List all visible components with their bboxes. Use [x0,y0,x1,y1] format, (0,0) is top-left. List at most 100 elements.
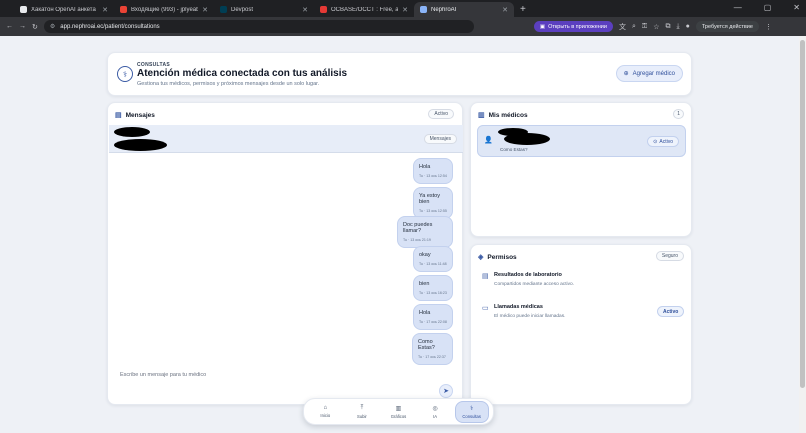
browser-tab-5[interactable]: NephroAI ✕ [414,2,514,17]
document-icon: ▤ [482,273,489,280]
maximize-icon[interactable]: ▢ [764,3,772,12]
nephroai-favicon-icon [420,6,427,13]
permission-title: Llamadas médicas [494,304,543,310]
add-doctor-button[interactable]: ⊕ Agregar médico [615,65,683,82]
nav-label: Subir [357,413,367,419]
tab-title: OCBASE/OCCT : Free, all-in-one [331,6,399,13]
doctors-count-badge: 1 [673,109,684,119]
nav-consultas[interactable]: ⚕ Consultas [454,400,489,423]
chat-type-badge: Mensajes [423,134,457,144]
check-circle-icon: ⊙ [653,138,658,145]
message-time: Tu · 17 ось 22:08 [419,320,447,324]
browser-tab-2[interactable]: Входящие (993) - jplyeab@gm✕ [114,2,214,17]
ai-icon: ◎ [432,405,438,412]
nav-ia[interactable]: ◎ IA [418,401,452,423]
page-scrollbar[interactable] [799,36,806,433]
nav-label: IA [433,413,438,419]
translate-icon[interactable]: 文 [619,22,626,32]
address-bar[interactable]: ⚙ app.nephroai.ec/patient/consultations [43,20,474,33]
open-in-app-button[interactable]: ▣ Открыть в приложении [533,21,613,32]
site-info-icon[interactable]: ⚙ [50,23,55,30]
nav-subir[interactable]: ⤒ Subir [345,401,379,423]
messages-title-text: Mensajes [125,111,155,119]
nav-graficos[interactable]: ▥ Gráficos [381,401,415,423]
message-text: Hola [419,164,431,170]
message-text: Hola [419,310,431,316]
minimize-icon[interactable]: — [734,3,742,12]
message-input[interactable]: Escribe un mensaje para tu médico [120,372,206,378]
close-window-icon[interactable]: ✕ [793,3,800,12]
chart-icon: ▥ [395,405,402,412]
add-user-icon: ⊕ [623,71,629,77]
open-in-app-label: Открыть в приложении [548,23,607,30]
back-icon[interactable]: ← [6,23,13,30]
tab-close-icon[interactable]: ✕ [502,6,508,14]
tab-close-icon[interactable]: ✕ [202,6,208,14]
doctor-list-item[interactable]: 👤 Como Estas? ⊙ Activo [477,125,686,157]
tab-close-icon[interactable]: ✕ [402,6,408,14]
message-time: Tu · 13 ось 12:55 [419,209,447,213]
app-icon: ▣ [539,23,546,30]
messages-panel: ▤ Mensajes Activo Mensajes Hola Tu · 13 ос… [107,102,463,405]
action-required-button[interactable]: Требуется действие [695,21,759,32]
browser-tab-4[interactable]: OCBASE/OCCT : Free, all-in-one✕ [314,2,414,17]
message-bubble: Doc puedes llamar? Tu · 13 ось 21:19 [397,216,453,248]
extensions-icon[interactable]: ⧉ [666,23,671,31]
profile-avatar-icon[interactable]: ● [686,23,690,30]
tab-favicon-icon [20,6,27,13]
new-tab-icon[interactable]: + [520,4,526,15]
nav-label: Gráficos [390,413,407,419]
tab-close-icon[interactable]: ✕ [302,6,308,14]
message-time: Tu · 13 ось 21:19 [403,238,431,242]
page-subtitle: Gestiona tus médicos, permisos y próximo… [137,81,320,87]
permissions-title-text: Permisos [487,253,517,261]
doctor-status-label: Activo [659,138,673,145]
permission-desc: El médico puede iniciar llamadas. [494,314,566,319]
permissions-panel: ◈ Permisos Seguro ▤ Resultados de laborat… [470,244,692,405]
redacted-avatar [114,127,150,137]
menu-kebab-icon[interactable]: ⋮ [765,23,772,31]
bottom-nav: ⌂ Inicio ⤒ Subir ▥ Gráficos ◎ IA ⚕ Consultas [303,398,494,425]
calls-active-toggle[interactable]: Activo [657,306,685,317]
doctor-active-button[interactable]: ⊙ Activo [647,136,679,147]
message-text: Ya estoy bien [419,193,440,205]
redacted-name [114,139,167,151]
my-doctors-panel: ▥ Mis médicos 1 👤 Como Estas? ⊙ Activo [470,102,692,237]
zoom-icon[interactable]: ⌕ [632,23,636,31]
nav-inicio[interactable]: ⌂ Inicio [308,401,342,423]
devpost-favicon-icon [220,6,227,13]
browser-tab-1[interactable]: Хакатон OpenAI анкета ✕ [14,2,114,17]
browser-tab-3[interactable]: Devpost ✕ [214,2,314,17]
message-time: Tu · 13 ось 16:23 [419,291,447,295]
browser-toolbar: ← → ↻ ⚙ app.nephroai.ec/patient/consulta… [0,17,806,36]
upload-icon: ⤒ [360,404,364,411]
url-text: app.nephroai.ec/patient/consultations [60,23,160,30]
messages-title: ▤ Mensajes [115,111,155,120]
message-text: bien [419,281,430,287]
message-time: Tu · 13 ось 12:54 [419,174,447,178]
home-icon: ⌂ [323,405,328,411]
doctors-title: ▥ Mis médicos [478,111,528,120]
messages-status-badge: Activo [428,109,454,119]
bookmark-star-icon[interactable]: ☆ [653,23,659,31]
chat-header[interactable]: Mensajes [109,125,463,153]
download-icon[interactable]: ⤓ [677,23,680,31]
nav-label: Consultas [462,413,481,419]
send-button[interactable]: ➤ [439,384,453,398]
redacted-doctor-name [504,133,550,145]
reload-icon[interactable]: ↻ [32,23,38,31]
forward-icon[interactable]: → [19,23,26,30]
scrollbar-thumb[interactable] [800,40,805,388]
permission-title: Resultados de laboratorio [494,272,562,278]
consultations-header-card: ⚕ CONSULTAS Atención médica conectada co… [107,52,692,96]
tab-close-icon[interactable]: ✕ [102,6,108,14]
video-icon: ▭ [482,305,489,312]
gmail-favicon-icon [120,6,127,13]
message-bubble: Hola Tu · 13 ось 12:54 [413,158,453,184]
permissions-title: ◈ Permisos [478,253,517,262]
shield-icon: ◈ [478,254,484,261]
add-doctor-label: Agregar médico [632,70,675,77]
password-icon[interactable]: ⚿ [642,23,647,31]
stethoscope-icon: ⚕ [117,66,133,82]
message-text: Doc puedes llamar? [403,222,433,234]
